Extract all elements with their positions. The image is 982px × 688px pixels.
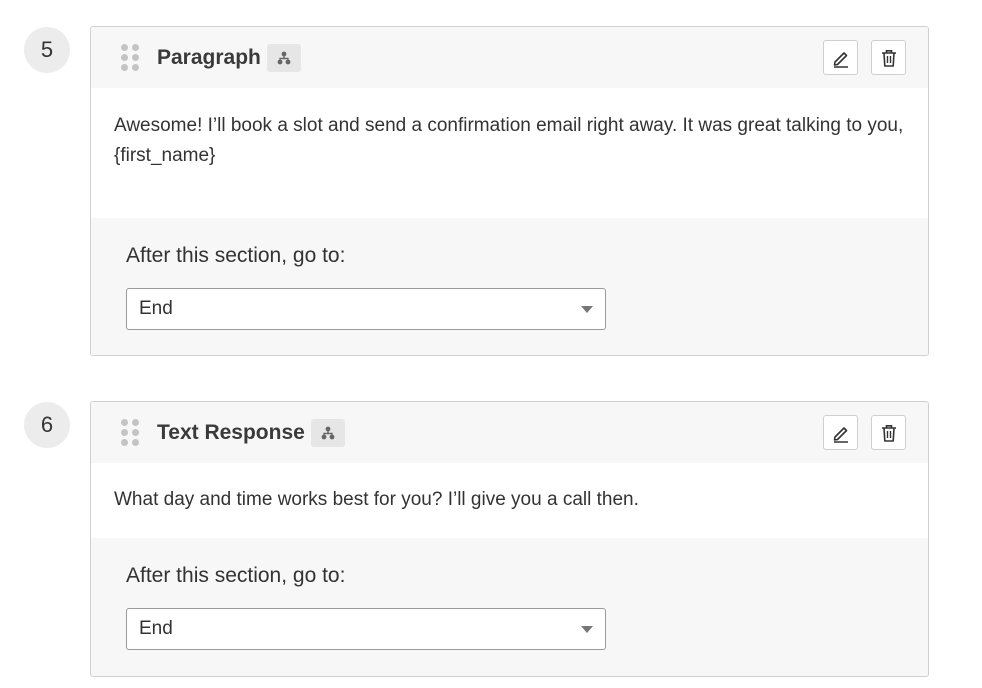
section-card-text-response: Text Response	[90, 401, 929, 677]
edit-button[interactable]	[823, 415, 858, 450]
step-number-badge: 6	[24, 402, 70, 448]
section-title: Text Response	[157, 421, 305, 445]
drag-handle-icon[interactable]	[121, 44, 139, 72]
branch-icon	[311, 419, 345, 447]
pencil-icon	[831, 423, 851, 443]
branch-icon	[267, 44, 301, 72]
trash-icon	[879, 423, 899, 443]
section-footer: After this section, go to: End	[91, 538, 928, 677]
chevron-down-icon	[581, 626, 593, 633]
section-actions	[823, 415, 906, 450]
trash-icon	[879, 48, 899, 68]
pencil-icon	[831, 48, 851, 68]
drag-handle-icon[interactable]	[121, 419, 139, 447]
delete-button[interactable]	[871, 40, 906, 75]
section-body: Awesome! I’ll book a slot and send a con…	[91, 88, 928, 218]
goto-select-value: End	[139, 618, 173, 640]
edit-button[interactable]	[823, 40, 858, 75]
section-header: Text Response	[91, 402, 928, 463]
section-actions	[823, 40, 906, 75]
delete-button[interactable]	[871, 415, 906, 450]
section-card-paragraph: Paragraph	[90, 26, 929, 356]
goto-select-value: End	[139, 298, 173, 320]
goto-select[interactable]: End	[126, 288, 606, 330]
section-title: Paragraph	[157, 46, 261, 70]
section-body: What day and time works best for you? I’…	[91, 463, 928, 538]
after-section-label: After this section, go to:	[126, 564, 893, 588]
goto-select[interactable]: End	[126, 608, 606, 650]
after-section-label: After this section, go to:	[126, 244, 893, 268]
step-number-badge: 5	[24, 27, 70, 73]
chevron-down-icon	[581, 306, 593, 313]
section-footer: After this section, go to: End	[91, 218, 928, 355]
section-header: Paragraph	[91, 27, 928, 88]
